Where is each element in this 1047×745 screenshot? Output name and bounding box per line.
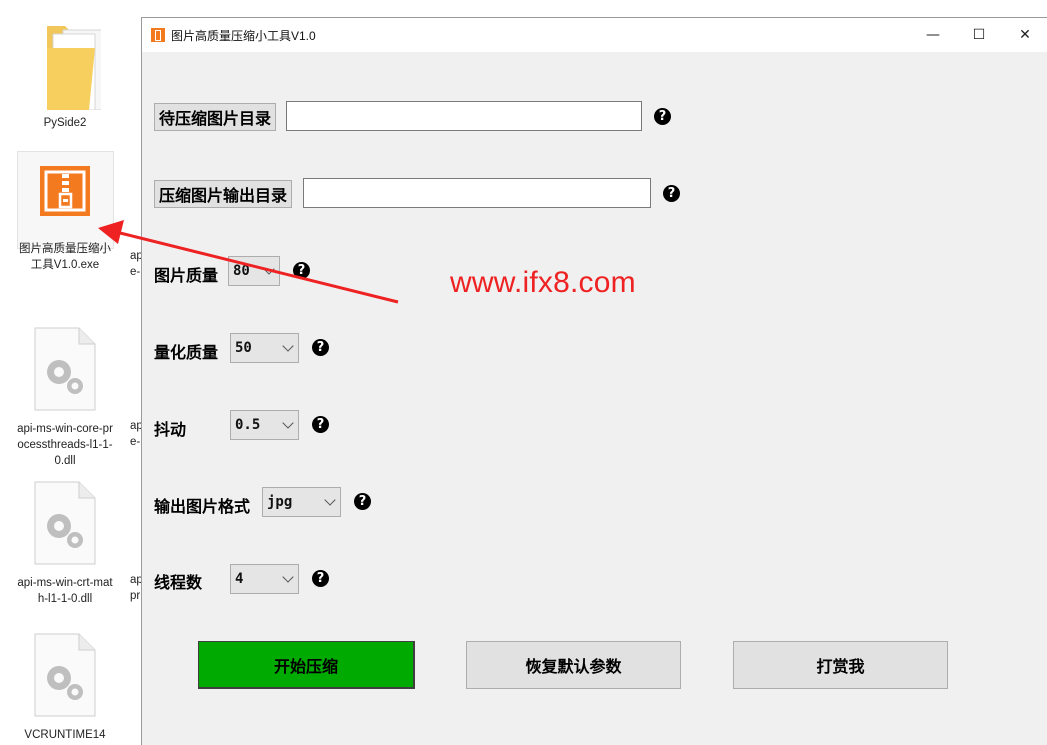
dither-label: 抖动 [154, 420, 187, 439]
quantize-label: 量化质量 [154, 343, 219, 362]
dll-file-icon [34, 327, 96, 411]
quantize-value: 50 [235, 340, 252, 356]
help-icon[interactable]: ? [354, 493, 371, 510]
output-dir-field[interactable] [303, 178, 651, 208]
help-icon[interactable]: ? [312, 416, 329, 433]
input-dir-field[interactable] [286, 101, 642, 131]
maximize-button[interactable]: ☐ [956, 18, 1002, 52]
help-icon[interactable]: ? [293, 262, 310, 279]
help-icon[interactable]: ? [663, 185, 680, 202]
quantize-select[interactable]: 50 [230, 333, 299, 363]
chevron-down-icon [282, 417, 294, 429]
threads-select[interactable]: 4 [230, 564, 299, 594]
help-icon[interactable]: ? [312, 339, 329, 356]
quality-select[interactable]: 80 [228, 256, 280, 286]
format-value: jpg [267, 494, 293, 510]
desktop-icon-label: api-ms-win-crt-math-l1-1-0.dll [17, 577, 113, 605]
app-window: 图片高质量压缩小工具V1.0 — ☐ ✕ 待压缩图片目录 ? 压缩图片输出目录 … [141, 17, 1047, 745]
title-bar[interactable]: 图片高质量压缩小工具V1.0 — ☐ ✕ [142, 18, 1047, 52]
threads-label: 线程数 [154, 573, 203, 592]
close-button[interactable]: ✕ [1002, 18, 1047, 52]
reset-defaults-button[interactable]: 恢复默认参数 [466, 641, 681, 689]
desktop-file-dll-vcruntime[interactable]: VCRUNTIME14 [15, 632, 115, 743]
desktop-icon-label: api-ms-win-core-processthreads-l1-1-0.dl… [17, 423, 113, 467]
window-title: 图片高质量压缩小工具V1.0 [171, 28, 316, 43]
desktop-icon-label: PySide2 [43, 117, 87, 129]
watermark-text: www.ifx8.com [450, 266, 636, 299]
window-controls: — ☐ ✕ [910, 18, 1047, 52]
quality-value: 80 [233, 263, 250, 279]
desktop-folder-pyside2[interactable]: PySide2 [15, 18, 115, 131]
minimize-button[interactable]: — [910, 18, 956, 52]
help-icon[interactable]: ? [312, 570, 329, 587]
help-icon[interactable]: ? [654, 108, 671, 125]
desktop-icon-label: 图片高质量压缩小工具V1.0.exe [19, 243, 111, 271]
select-output-dir-button[interactable]: 压缩图片输出目录 [154, 180, 293, 208]
dll-file-icon [34, 633, 96, 717]
desktop-file-dll-processthreads[interactable]: api-ms-win-core-processthreads-l1-1-0.dl… [15, 326, 115, 469]
partial-desktop-label: e- [130, 266, 141, 278]
format-label: 输出图片格式 [154, 497, 251, 516]
select-input-dir-button[interactable]: 待压缩图片目录 [154, 103, 277, 131]
desktop-file-dll-crt-math[interactable]: api-ms-win-crt-math-l1-1-0.dll [15, 480, 115, 607]
dither-value: 0.5 [235, 417, 261, 433]
app-icon [151, 28, 165, 42]
zip-archive-icon [40, 166, 90, 216]
partial-desktop-label: pr [130, 590, 141, 602]
chevron-down-icon [263, 263, 275, 275]
start-compress-button[interactable]: 开始压缩 [198, 641, 415, 689]
chevron-down-icon [282, 340, 294, 352]
desktop-exe-icon[interactable]: 图片高质量压缩小工具V1.0.exe [15, 162, 115, 273]
chevron-down-icon [282, 571, 294, 583]
folder-icon [47, 26, 104, 111]
dll-file-icon [34, 481, 96, 565]
donate-button[interactable]: 打赏我 [733, 641, 948, 689]
dither-select[interactable]: 0.5 [230, 410, 299, 440]
chevron-down-icon [324, 494, 336, 506]
partial-desktop-label: e- [130, 436, 141, 448]
quality-label: 图片质量 [154, 266, 219, 285]
format-select[interactable]: jpg [262, 487, 341, 517]
desktop-icon-label: VCRUNTIME14 [24, 729, 106, 741]
threads-value: 4 [235, 571, 244, 587]
